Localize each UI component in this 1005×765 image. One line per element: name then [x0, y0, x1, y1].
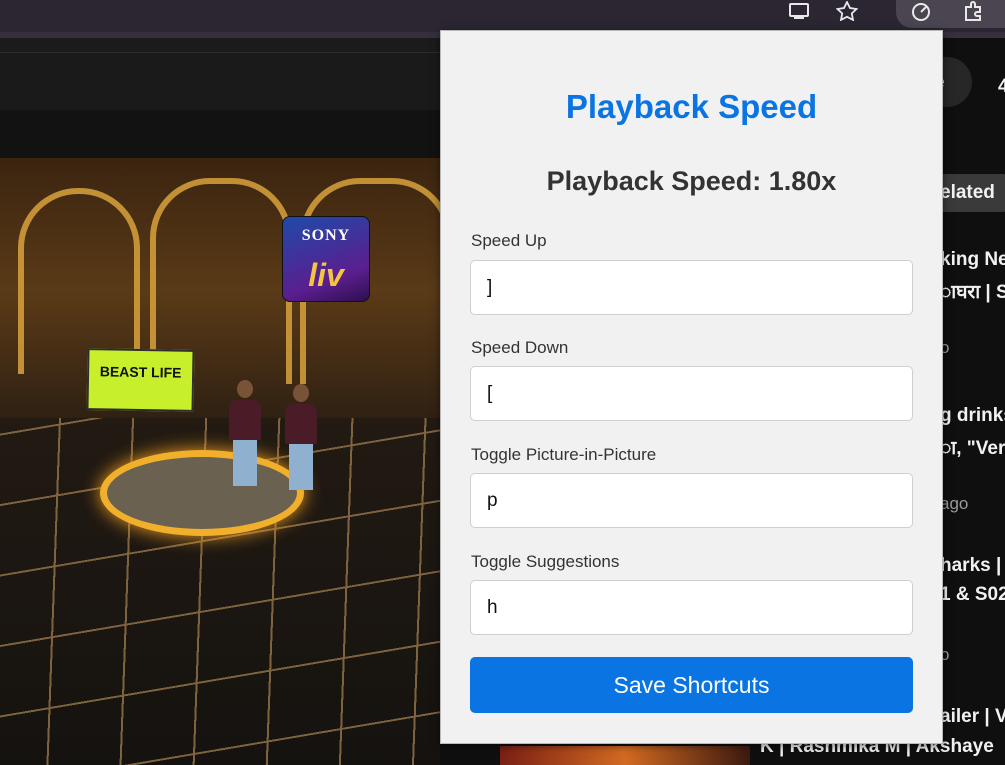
person-figure	[228, 380, 262, 490]
page-search-bar-bg	[0, 52, 440, 112]
save-shortcuts-button[interactable]: Save Shortcuts	[470, 657, 913, 713]
suggestion-meta: o	[942, 645, 950, 664]
stage-ring	[100, 450, 304, 536]
suggestion-thumbnail[interactable]	[500, 746, 750, 765]
suggestions-label: Toggle Suggestions	[471, 552, 620, 571]
suggestion-title[interactable]: ाघरा | S	[942, 278, 1005, 304]
speed-extension-icon[interactable]	[906, 0, 936, 22]
suggestion-title[interactable]: king Ne	[942, 249, 1005, 271]
suggestions-input[interactable]	[470, 580, 913, 635]
related-chip[interactable]: elated	[942, 174, 1005, 212]
suggestion-title[interactable]: ailer | V	[942, 706, 1005, 728]
page-spacer	[0, 110, 440, 158]
speed-up-input[interactable]	[470, 260, 913, 315]
sony-liv-logo: SONY liv	[282, 216, 370, 302]
suggestion-meta: ago	[942, 494, 969, 513]
suggestion-title[interactable]: g drinks	[942, 405, 1005, 427]
video-player[interactable]	[0, 158, 440, 765]
speed-down-label: Speed Down	[471, 338, 569, 357]
extensions-puzzle-icon[interactable]	[958, 0, 988, 22]
pip-label: Toggle Picture-in-Picture	[471, 445, 657, 464]
beast-life-banner: BEAST LIFE	[86, 348, 195, 412]
cast-icon[interactable]	[784, 0, 814, 22]
suggestion-title[interactable]: harks |	[942, 555, 1001, 577]
extension-popup: Playback Speed Playback Speed: 1.80x Spe…	[440, 30, 943, 744]
suggestions-column: e 4 elated king Ne ाघरा | S o g drinks ा…	[942, 38, 1005, 765]
header-button[interactable]	[942, 57, 972, 107]
bookmark-star-icon[interactable]	[832, 0, 862, 22]
suggestion-meta: o	[942, 338, 950, 357]
header-edge-text: 4	[998, 76, 1005, 97]
speed-up-label: Speed Up	[471, 231, 547, 250]
speed-down-input[interactable]	[470, 366, 913, 421]
speed-display: Playback Speed: 1.80x	[546, 166, 837, 196]
page-header-bg	[0, 38, 440, 52]
popup-title: Playback Speed	[565, 88, 818, 125]
person-figure	[284, 384, 318, 494]
browser-toolbar	[0, 0, 1005, 38]
stage-arch	[18, 188, 140, 374]
suggestion-title[interactable]: 1 & S02	[942, 584, 1005, 606]
pip-input[interactable]	[470, 473, 913, 528]
suggestion-title[interactable]: ा, "Very	[942, 434, 1005, 460]
